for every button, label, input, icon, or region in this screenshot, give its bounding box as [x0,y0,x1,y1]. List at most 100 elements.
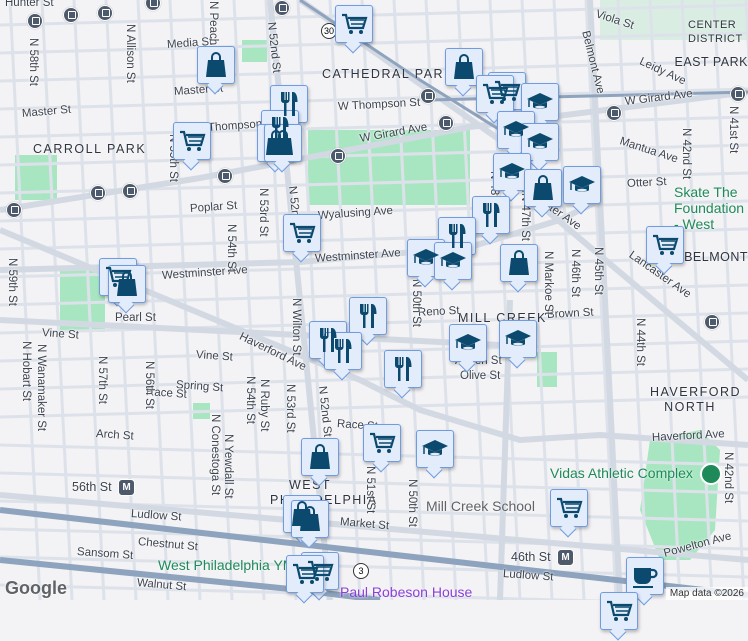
shopping-marker[interactable] [108,265,146,303]
bus-stop-icon[interactable] [122,183,138,199]
restaurant-icon [483,203,500,227]
school-marker[interactable] [449,324,487,362]
grocery-marker[interactable] [286,555,324,593]
poi-skate-label[interactable]: Skate The Foundation - West [674,184,748,232]
shopping-marker[interactable] [291,500,329,538]
grocery-marker[interactable] [646,226,684,264]
street-label: Pearl St [115,312,156,324]
bus-stop-icon[interactable] [330,148,346,164]
school-marker[interactable] [493,153,531,191]
street-label: N 42nd St [680,128,692,180]
bus-stop-icon[interactable] [97,5,113,21]
street-label: N Hobart St [20,341,32,402]
shopping-marker[interactable] [524,169,562,207]
cart-icon [293,563,319,584]
bus-stop-icon[interactable] [6,202,22,218]
street-label: N 57th St [96,356,108,404]
shopping-marker[interactable] [264,124,302,162]
cart-icon [653,234,679,255]
bus-stop-icon[interactable] [606,105,622,121]
shopping-marker[interactable] [500,244,538,282]
bus-stop-icon[interactable] [27,13,43,29]
street-label: Vine St [41,327,80,342]
poi-pin-icon[interactable] [700,463,722,485]
neighborhood-label: CATHEDRAL PARK [322,67,454,81]
cart-icon [290,222,316,243]
grocery-marker[interactable] [363,424,401,462]
street-label: Arch St [95,428,135,443]
restaurant-marker[interactable] [349,297,387,335]
park-area [242,40,267,62]
restaurant-marker[interactable] [472,196,510,234]
bus-stop-icon[interactable] [704,314,720,330]
cart-icon [342,13,368,34]
street-label: N Conestoga St [209,414,221,496]
school-marker[interactable] [434,242,472,280]
station-label: 56th St [72,480,112,494]
school-marker[interactable] [499,320,537,358]
street-label: N 45th St [592,247,604,295]
street-label: N 56th St [143,361,155,409]
coffee-cup-icon [633,568,658,588]
street-label: N 41st St [727,106,739,154]
street-label: N 46th St [569,249,581,297]
metro-station-icon[interactable]: M [118,479,135,496]
metro-station-icon[interactable]: M [557,549,574,566]
minor-road [0,527,748,551]
street-label: N Wanamaker St [35,344,47,432]
school-marker[interactable] [521,123,559,161]
grocery-marker[interactable] [600,592,638,630]
street-label: N 53rd St [257,188,269,237]
school-marker[interactable] [563,166,601,204]
street-label: N Markoe St [542,251,554,315]
restaurant-icon [360,304,377,328]
poi-robeson-label[interactable]: Paul Robeson House [340,584,472,600]
restaurant-icon [335,339,352,363]
shopping-marker[interactable] [445,48,483,86]
street-label: N 54th St [225,224,237,272]
street-label: N 42nd St [722,452,734,504]
grocery-marker[interactable] [550,489,588,527]
bus-stop-icon[interactable] [90,185,106,201]
restaurant-marker[interactable] [324,332,362,370]
street-label: Otter St [626,175,667,190]
cart-icon [370,432,396,453]
poi-school-label[interactable]: Mill Creek School [426,498,535,514]
street-label: Vine St [195,349,234,364]
grocery-marker[interactable] [173,122,211,160]
street-label: N 58th St [27,38,39,86]
graduation-cap-icon [527,93,553,109]
bus-stop-icon[interactable] [217,168,233,184]
shopping-marker[interactable] [301,438,339,476]
cafe-marker[interactable] [626,557,664,595]
map-attribution[interactable]: Map data ©2026 [665,587,748,600]
street-label: N Allison St [124,24,136,83]
bus-stop-icon[interactable] [63,7,79,23]
street-label: N 59th St [6,258,18,306]
grocery-marker[interactable] [283,214,321,252]
graduation-cap-icon [499,163,525,179]
grocery-marker[interactable] [335,5,373,43]
cart-icon [607,600,633,621]
school-marker[interactable] [416,430,454,468]
street-label: N Ruby St [258,379,270,432]
shopping-bag-icon [509,250,529,275]
graduation-cap-icon [440,252,466,268]
graduation-cap-icon [527,133,553,149]
neighborhood-label: EAST PARK [674,55,748,69]
bus-stop-icon[interactable] [438,115,454,131]
grocery-marker[interactable] [476,75,514,113]
neighborhood-label: CENTER DISTRICT [688,19,743,45]
restaurant-marker[interactable] [384,350,422,388]
street-label: Hunter St [5,0,54,9]
bus-stop-icon[interactable] [420,88,436,104]
poi-vidas-label[interactable]: Vidas Athletic Complex [550,465,693,481]
neighborhood-label: HAVERFORD NORTH [650,385,742,414]
bus-stop-icon[interactable] [274,0,290,16]
neighborhood-label: BELMONT [684,250,748,264]
shopping-marker[interactable] [197,46,235,84]
bus-stop-icon[interactable] [730,86,746,102]
street-label: N Wilton St [290,298,302,356]
shopping-bag-icon [117,271,137,296]
street-label: N 44th St [634,318,646,366]
